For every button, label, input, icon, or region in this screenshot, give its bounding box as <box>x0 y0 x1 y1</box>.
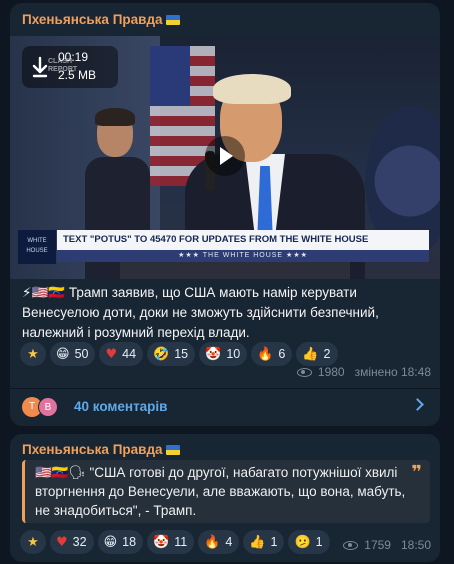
reaction-fire[interactable]: 🔥 4 <box>198 530 240 554</box>
view-count: 1980 <box>317 365 345 379</box>
reaction-thumbs-up[interactable]: 👍 1 <box>243 530 285 554</box>
video-player[interactable]: WHITE HOUSE TEXT "POTUS" TO 45470 FOR UP… <box>10 36 440 279</box>
avatar: В <box>38 397 58 417</box>
unsure-face-icon: 🫤 <box>294 534 311 550</box>
eye-icon <box>343 540 359 550</box>
reaction-count: 4 <box>225 535 233 549</box>
fire-icon: 🔥 <box>257 346 274 362</box>
heart-icon: ♥ <box>56 534 68 550</box>
reactions-bar: ★ 😁 50 ♥ 44 🤣 15 🤡 10 🔥 6 👍 2 <box>20 342 338 366</box>
reaction-count: 1 <box>315 535 323 549</box>
reaction-count: 44 <box>122 347 137 361</box>
reaction-count: 11 <box>174 535 188 549</box>
thumbs-up-icon: 👍 <box>302 346 319 362</box>
star-icon: ★ <box>27 346 39 362</box>
chyron-logo: WHITE HOUSE <box>18 230 56 264</box>
comments-button[interactable]: Т В 40 коментарів <box>10 390 440 424</box>
reaction-star[interactable]: ★ <box>20 530 46 554</box>
edited-time: змінено 18:48 <box>354 365 431 379</box>
reaction-clown[interactable]: 🤡 10 <box>199 342 248 366</box>
fire-icon: 🔥 <box>204 534 221 550</box>
quote-text: 🇺🇸🇻🇪🗣 "США готові до другої, набагато по… <box>35 465 406 518</box>
grin-icon: 😁 <box>103 534 118 550</box>
star-icon: ★ <box>27 534 39 550</box>
heart-icon: ♥ <box>105 346 118 362</box>
video-chyron: TEXT "POTUS" TO 45470 FOR UPDATES FROM T… <box>57 230 429 250</box>
reactions-bar: ★ ♥ 32 😁 18 🤡 11 🔥 4 👍 1 🫤 1 <box>20 530 330 554</box>
clown-icon: 🤡 <box>205 346 222 362</box>
reaction-grin[interactable]: 😁 18 <box>97 530 144 554</box>
thumbs-up-icon: 👍 <box>249 534 266 550</box>
reaction-count: 6 <box>278 347 286 361</box>
reaction-count: 50 <box>74 347 89 361</box>
divider <box>10 388 440 389</box>
message-meta: 1980 змінено 18:48 <box>296 365 431 379</box>
view-count: 1759 <box>364 538 391 552</box>
message-meta: 1759 18:50 <box>343 538 431 552</box>
video-size: 2.5 MB <box>58 68 97 82</box>
ukraine-flag-icon <box>165 15 180 25</box>
quote-block: 🇺🇸🇻🇪🗣 "США готові до другої, набагато по… <box>22 460 430 523</box>
reaction-count: 1 <box>270 535 278 549</box>
download-overlay[interactable]: CLASH REPORT 00:19 2.5 MB <box>22 46 118 88</box>
post-time: 18:50 <box>400 538 431 552</box>
clown-icon: 🤡 <box>153 534 170 550</box>
chevron-right-icon <box>411 398 424 411</box>
reaction-clown[interactable]: 🤡 11 <box>147 530 195 554</box>
message-bubble: Пхеньянська Правда 🇺🇸🇻🇪🗣 "США готові до … <box>10 434 440 562</box>
reaction-grin[interactable]: 😁 50 <box>50 342 96 366</box>
play-icon[interactable] <box>205 136 245 176</box>
rofl-icon: 🤣 <box>153 346 170 362</box>
eye-icon <box>296 367 312 377</box>
reaction-unsure[interactable]: 🫤 1 <box>288 530 330 554</box>
comments-label: 40 коментарів <box>74 399 168 414</box>
reaction-rofl[interactable]: 🤣 15 <box>147 342 196 366</box>
reaction-count: 18 <box>122 535 137 549</box>
channel-name[interactable]: Пхеньянська Правда <box>22 442 180 457</box>
reaction-count: 15 <box>174 347 189 361</box>
reaction-heart[interactable]: ♥ 44 <box>99 342 144 366</box>
reaction-thumbs-up[interactable]: 👍 2 <box>296 342 338 366</box>
message-text: ⚡🇺🇸🇻🇪 Трамп заявив, що США мають намір к… <box>22 285 379 340</box>
quote-mark-icon: ❞ <box>411 462 422 482</box>
grin-icon: 😁 <box>56 346 70 362</box>
reaction-heart[interactable]: ♥ 32 <box>50 530 94 554</box>
reaction-count: 2 <box>323 347 331 361</box>
reaction-count: 32 <box>72 535 87 549</box>
reaction-count: 10 <box>226 347 241 361</box>
message-bubble: Пхеньянська Правда WHITE HOUSE TEXT "POT… <box>10 3 440 426</box>
ukraine-flag-icon <box>165 445 180 455</box>
video-duration: 00:19 <box>58 50 89 64</box>
video-chyron-sub: ★★★ THE WHITE HOUSE ★★★ <box>57 250 429 262</box>
reaction-star[interactable]: ★ <box>20 342 46 366</box>
us-flag-canton <box>150 46 190 106</box>
reaction-fire[interactable]: 🔥 6 <box>251 342 293 366</box>
channel-name[interactable]: Пхеньянська Правда <box>22 12 180 27</box>
